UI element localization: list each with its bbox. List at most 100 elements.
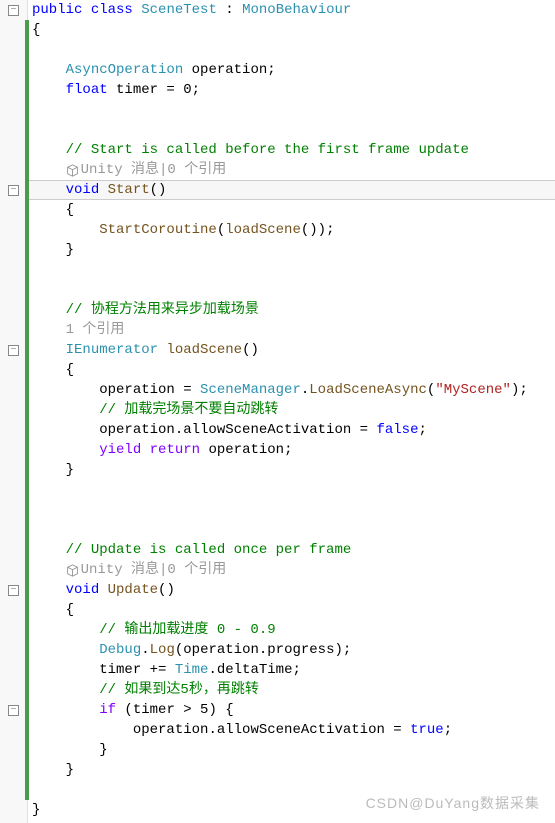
code-line[interactable] [32, 500, 555, 520]
gutter-line: − [0, 0, 27, 20]
gutter-line [0, 200, 27, 220]
code-token: . [301, 380, 309, 400]
code-line[interactable] [32, 40, 555, 60]
code-token: void [66, 180, 100, 200]
code-line[interactable]: public class SceneTest : MonoBehaviour [32, 0, 555, 20]
code-token: } [66, 760, 74, 780]
gutter-line [0, 120, 27, 140]
code-line[interactable]: IEnumerator loadScene() [32, 340, 555, 360]
code-token: { [66, 600, 74, 620]
code-line[interactable]: { [32, 600, 555, 620]
code-line[interactable]: // 输出加载进度 0 - 0.9 [32, 620, 555, 640]
code-token: } [32, 800, 40, 820]
fold-minus-icon[interactable]: − [8, 5, 19, 16]
code-token: { [66, 200, 74, 220]
gutter-line [0, 740, 27, 760]
gutter-line [0, 780, 27, 800]
code-line[interactable]: AsyncOperation operation; [32, 60, 555, 80]
code-token: timer += [99, 660, 175, 680]
code-area[interactable]: public class SceneTest : MonoBehaviour{ … [28, 0, 555, 823]
code-line[interactable]: operation.allowSceneActivation = true; [32, 720, 555, 740]
code-token: return [150, 440, 200, 460]
gutter: − − − − − [0, 0, 28, 823]
code-line[interactable] [32, 480, 555, 500]
code-token: // Start is called before the first fram… [66, 140, 469, 160]
fold-minus-icon[interactable]: − [8, 345, 19, 356]
code-line[interactable]: { [32, 360, 555, 380]
code-token: MonoBehaviour [242, 0, 351, 20]
code-token: if [99, 700, 116, 720]
code-token: // 协程方法用来异步加载场景 [66, 300, 259, 320]
code-token [82, 0, 90, 20]
code-line[interactable]: } [32, 760, 555, 780]
code-token: (operation.progress); [175, 640, 351, 660]
code-token: // 如果到达5秒，再跳转 [99, 680, 259, 700]
code-line[interactable]: // 如果到达5秒，再跳转 [32, 680, 555, 700]
code-token: Unity 消息|0 个引用 [81, 160, 227, 180]
code-line[interactable] [32, 120, 555, 140]
code-token: LoadSceneAsync [309, 380, 427, 400]
code-line[interactable]: } [32, 460, 555, 480]
code-token: ; [418, 420, 426, 440]
code-line[interactable]: } [32, 240, 555, 260]
code-line[interactable]: StartCoroutine(loadScene()); [32, 220, 555, 240]
code-token: float [66, 80, 108, 100]
code-token: // Update is called once per frame [66, 540, 352, 560]
code-token: : [217, 0, 242, 20]
code-line[interactable]: operation = SceneManager.LoadSceneAsync(… [32, 380, 555, 400]
code-line[interactable]: if (timer > 5) { [32, 700, 555, 720]
gutter-line [0, 600, 27, 620]
code-token: Update [108, 580, 158, 600]
code-token [141, 440, 149, 460]
gutter-line [0, 240, 27, 260]
code-token: public [32, 0, 82, 20]
code-line[interactable]: timer += Time.deltaTime; [32, 660, 555, 680]
gutter-line [0, 460, 27, 480]
gutter-line [0, 620, 27, 640]
code-token: // 输出加载进度 0 - 0.9 [99, 620, 275, 640]
code-line[interactable]: void Update() [32, 580, 555, 600]
code-line[interactable]: // 加载完场景不要自动跳转 [32, 400, 555, 420]
code-token: 1 个引用 [66, 320, 125, 340]
code-line[interactable]: operation.allowSceneActivation = false; [32, 420, 555, 440]
code-line[interactable] [32, 100, 555, 120]
code-token [158, 340, 166, 360]
code-line[interactable]: Unity 消息|0 个引用 [32, 560, 555, 580]
gutter-line [0, 280, 27, 300]
code-line[interactable]: // 协程方法用来异步加载场景 [32, 300, 555, 320]
code-line[interactable] [32, 520, 555, 540]
gutter-line [0, 540, 27, 560]
code-line[interactable] [32, 260, 555, 280]
gutter-line [0, 520, 27, 540]
code-line[interactable]: { [32, 20, 555, 40]
code-token: SceneManager [200, 380, 301, 400]
code-line[interactable] [32, 280, 555, 300]
fold-minus-icon[interactable]: − [8, 185, 19, 196]
code-token: (timer > 5) { [116, 700, 234, 720]
fold-minus-icon[interactable]: − [8, 705, 19, 716]
code-token: class [91, 0, 133, 20]
code-line[interactable]: float timer = 0; [32, 80, 555, 100]
code-token: } [99, 740, 107, 760]
code-line[interactable]: // Start is called before the first fram… [32, 140, 555, 160]
code-line[interactable]: { [32, 200, 555, 220]
code-token: StartCoroutine [99, 220, 217, 240]
gutter-line [0, 480, 27, 500]
code-line[interactable]: void Start() [32, 180, 555, 200]
gutter-line [0, 80, 27, 100]
code-token: loadScene [166, 340, 242, 360]
code-token: Time [175, 660, 209, 680]
code-line[interactable]: 1 个引用 [32, 320, 555, 340]
code-line[interactable]: Unity 消息|0 个引用 [32, 160, 555, 180]
code-token: // 加载完场景不要自动跳转 [99, 400, 278, 420]
code-line[interactable]: Debug.Log(operation.progress); [32, 640, 555, 660]
code-line[interactable]: yield return operation; [32, 440, 555, 460]
fold-minus-icon[interactable]: − [8, 585, 19, 596]
gutter-line [0, 400, 27, 420]
code-line[interactable]: // Update is called once per frame [32, 540, 555, 560]
code-line[interactable]: } [32, 740, 555, 760]
code-token: } [66, 460, 74, 480]
gutter-line [0, 560, 27, 580]
gutter-line [0, 220, 27, 240]
code-token: yield [99, 440, 141, 460]
